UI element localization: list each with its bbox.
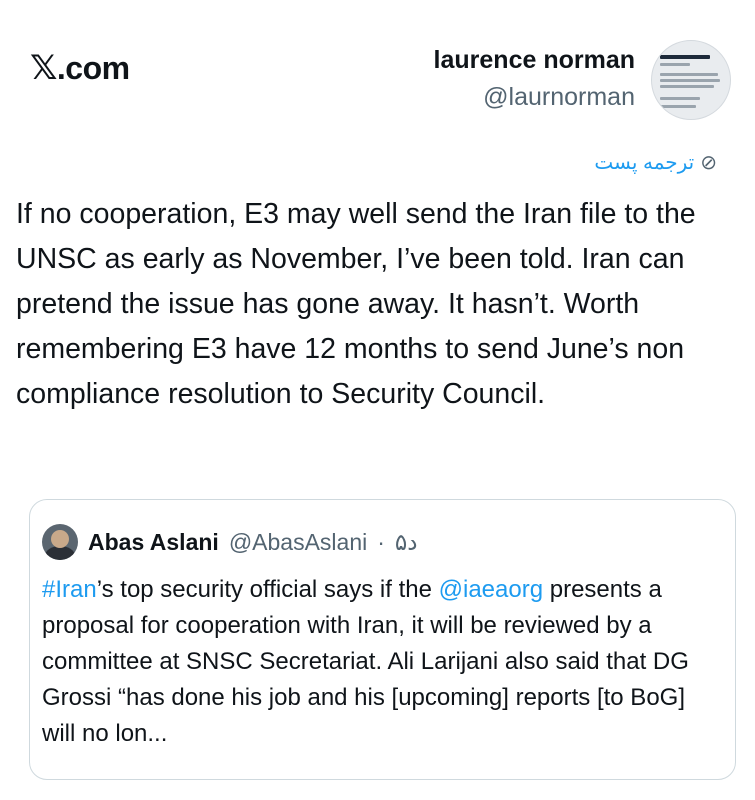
quote-author-name[interactable]: Abas Aslani [88,529,219,556]
hashtag-iran[interactable]: #Iran [42,576,97,603]
author-avatar[interactable] [651,40,731,120]
x-com-logo: 𝕏 .com [30,48,130,88]
translate-label[interactable]: ترجمه پست [594,150,694,175]
quoted-tweet-card[interactable]: Abas Aslani @AbasAslani · ۵د #Iran’s top… [29,499,736,780]
author-handle[interactable]: @laurnorman [434,83,635,112]
quote-body: #Iran’s top security official says if th… [42,572,722,752]
mention-iaeaorg[interactable]: @iaeaorg [439,576,543,603]
author-block[interactable]: laurence norman @laurnorman [434,46,635,112]
quote-header: Abas Aslani @AbasAslani · ۵د [42,524,418,560]
quote-time[interactable]: ۵د [395,529,418,556]
quote-author-handle[interactable]: @AbasAslani [229,529,367,556]
tweet-text: If no cooperation, E3 may well send the … [16,198,696,410]
translate-post-link[interactable]: ⊘ ترجمه پست [594,150,717,175]
site-domain-text: .com [56,50,130,86]
globe-translate-icon: ⊘ [700,152,717,174]
author-name[interactable]: laurence norman [434,46,635,75]
quote-avatar[interactable] [42,524,78,560]
quote-body-part1: ’s top security official says if the [96,576,439,603]
quote-separator: · [377,528,385,555]
x-logo-icon: 𝕏 [30,49,57,87]
